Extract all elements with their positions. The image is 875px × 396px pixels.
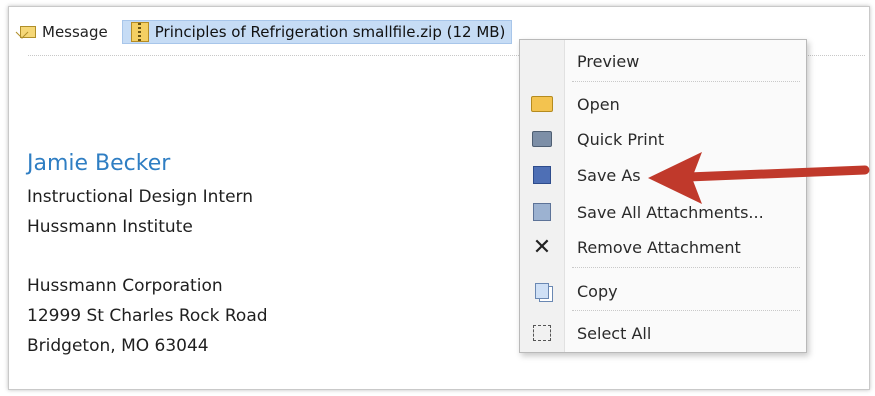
signature-street: 12999 St Charles Rock Road xyxy=(27,306,268,326)
printer-icon xyxy=(530,130,554,148)
menu-item-open-label: Open xyxy=(577,94,620,114)
signature-title: Instructional Design Intern xyxy=(27,187,254,207)
envelope-icon xyxy=(20,26,36,38)
menu-item-preview-label: Preview xyxy=(577,51,640,71)
menu-item-copy-label: Copy xyxy=(577,281,618,301)
attachment-tab[interactable]: Principles of Refrigeration smallfile.zi… xyxy=(121,20,513,44)
menu-item-preview[interactable]: Preview xyxy=(520,46,806,76)
select-all-icon xyxy=(530,324,554,342)
open-folder-icon xyxy=(530,95,554,113)
menu-item-select-all[interactable]: Select All xyxy=(520,318,806,348)
save-as-icon xyxy=(530,166,554,184)
message-tab-label: Message xyxy=(42,23,108,41)
signature-name: Jamie Becker xyxy=(27,151,171,176)
menu-item-open[interactable]: Open xyxy=(520,89,806,119)
signature-company: Hussmann Corporation xyxy=(27,276,223,296)
menu-separator xyxy=(572,81,800,82)
menu-separator xyxy=(572,310,800,311)
attachment-tab-label: Principles of Refrigeration smallfile.zi… xyxy=(154,23,506,41)
menu-item-remove[interactable]: ✕ Remove Attachment xyxy=(520,232,806,262)
message-tab[interactable]: Message xyxy=(20,23,118,41)
menu-item-copy[interactable]: Copy xyxy=(520,276,806,306)
menu-item-remove-label: Remove Attachment xyxy=(577,237,741,257)
zip-file-icon xyxy=(130,22,149,42)
annotation-arrow xyxy=(648,152,870,204)
copy-icon xyxy=(530,282,554,300)
menu-item-save-as-label: Save As xyxy=(577,165,641,185)
signature-city: Bridgeton, MO 63044 xyxy=(27,336,209,356)
attachment-bar: Message Principles of Refrigeration smal… xyxy=(20,20,513,44)
menu-separator xyxy=(572,267,800,268)
save-all-icon xyxy=(530,203,554,221)
signature-org: Hussmann Institute xyxy=(27,217,193,237)
menu-item-select-all-label: Select All xyxy=(577,323,652,343)
x-icon: ✕ xyxy=(532,234,552,260)
